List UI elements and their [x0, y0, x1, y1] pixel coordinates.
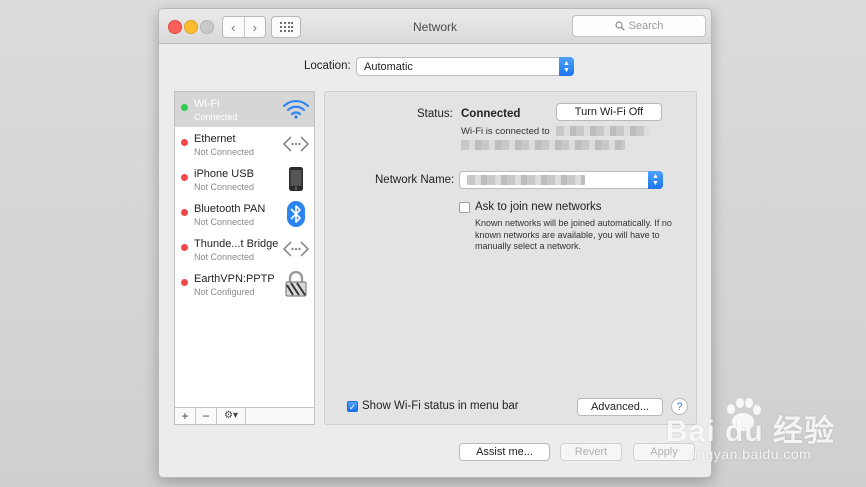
status-dot: [181, 104, 188, 111]
search-placeholder: Search: [628, 20, 664, 32]
apply-button[interactable]: Apply: [633, 443, 695, 461]
service-name: Wi-Fi: [194, 98, 220, 110]
revert-button[interactable]: Revert: [560, 443, 622, 461]
network-stepper-icon: ▲ ▼: [648, 171, 663, 189]
location-value: Automatic: [364, 60, 413, 73]
add-service-button[interactable]: +: [175, 408, 196, 424]
status-dot: [181, 279, 188, 286]
search-icon: [614, 21, 625, 31]
remove-service-button[interactable]: −: [196, 408, 217, 424]
service-status: Not Configured: [194, 287, 255, 297]
advanced-button[interactable]: Advanced...: [577, 398, 663, 416]
detail-panel: Status: Connected Turn Wi-Fi Off Wi-Fi i…: [324, 91, 697, 425]
network-preferences-window: ‹ › Network Search Location: Automatic ▲…: [158, 8, 712, 478]
service-item-iphone-usb[interactable]: iPhone USB Not Connected: [175, 162, 314, 197]
service-name: EarthVPN:PPTP: [194, 273, 275, 285]
redacted-network-value: [467, 175, 585, 185]
service-name: iPhone USB: [194, 168, 254, 180]
ask-join-label: Ask to join new networks: [475, 201, 602, 213]
status-label: Status:: [417, 108, 453, 120]
assist-me-button[interactable]: Assist me...: [459, 443, 550, 461]
turn-wifi-off-button[interactable]: Turn Wi-Fi Off: [556, 103, 662, 121]
service-item-ethernet[interactable]: Ethernet Not Connected: [175, 127, 314, 162]
service-item-wifi[interactable]: Wi-Fi Connected: [175, 92, 314, 127]
ask-join-help-text: Known networks will be joined automatica…: [475, 218, 672, 251]
redacted-network-name: [556, 126, 651, 137]
connection-info-text: Wi-Fi is connected to: [461, 126, 550, 137]
redacted-ip-info: [461, 140, 625, 150]
service-item-bluetooth-pan[interactable]: Bluetooth PAN Not Connected: [175, 197, 314, 232]
thunderbolt-bridge-icon: [282, 235, 310, 263]
iphone-icon: [282, 165, 310, 193]
service-name: Ethernet: [194, 133, 236, 145]
service-list: Wi-Fi Connected Ethernet Not Connected i…: [174, 91, 315, 425]
ask-join-checkbox[interactable]: [459, 202, 470, 213]
connection-info: Wi-Fi is connected to: [461, 126, 651, 137]
title-bar: ‹ › Network Search: [159, 9, 711, 44]
service-item-thunderbolt-bridge[interactable]: Thunde...t Bridge Not Connected: [175, 232, 314, 267]
service-status: Not Connected: [194, 252, 255, 262]
search-field[interactable]: Search: [572, 15, 706, 37]
service-name: Thunde...t Bridge: [194, 238, 279, 250]
vpn-lock-icon: [282, 270, 310, 298]
status-dot: [181, 139, 188, 146]
status-dot: [181, 244, 188, 251]
network-name-label: Network Name:: [375, 174, 455, 186]
status-dot: [181, 209, 188, 216]
service-name: Bluetooth PAN: [194, 203, 266, 215]
service-status: Not Connected: [194, 182, 255, 192]
location-stepper-icon: ▲ ▼: [559, 57, 574, 76]
wifi-icon: [282, 95, 310, 123]
bluetooth-icon: [282, 200, 310, 228]
gear-menu-button[interactable]: ⚙▾: [217, 408, 246, 424]
service-status: Not Connected: [194, 217, 255, 227]
ethernet-icon: [282, 130, 310, 158]
show-wifi-status-checkbox[interactable]: ✓: [347, 401, 358, 412]
paw-icon: [727, 398, 761, 431]
service-status: Not Connected: [194, 147, 255, 157]
status-value: Connected: [461, 108, 521, 120]
service-item-earthvpn[interactable]: EarthVPN:PPTP Not Configured: [175, 267, 314, 302]
status-dot: [181, 174, 188, 181]
service-status: Connected: [194, 112, 238, 122]
show-wifi-status-label: Show Wi-Fi status in menu bar: [362, 400, 519, 412]
location-label: Location:: [304, 60, 351, 72]
help-button[interactable]: ?: [671, 398, 688, 415]
network-name-select[interactable]: ▲ ▼: [459, 171, 663, 189]
service-list-footer: + − ⚙▾: [175, 407, 314, 424]
location-select[interactable]: Automatic ▲ ▼: [356, 57, 574, 76]
